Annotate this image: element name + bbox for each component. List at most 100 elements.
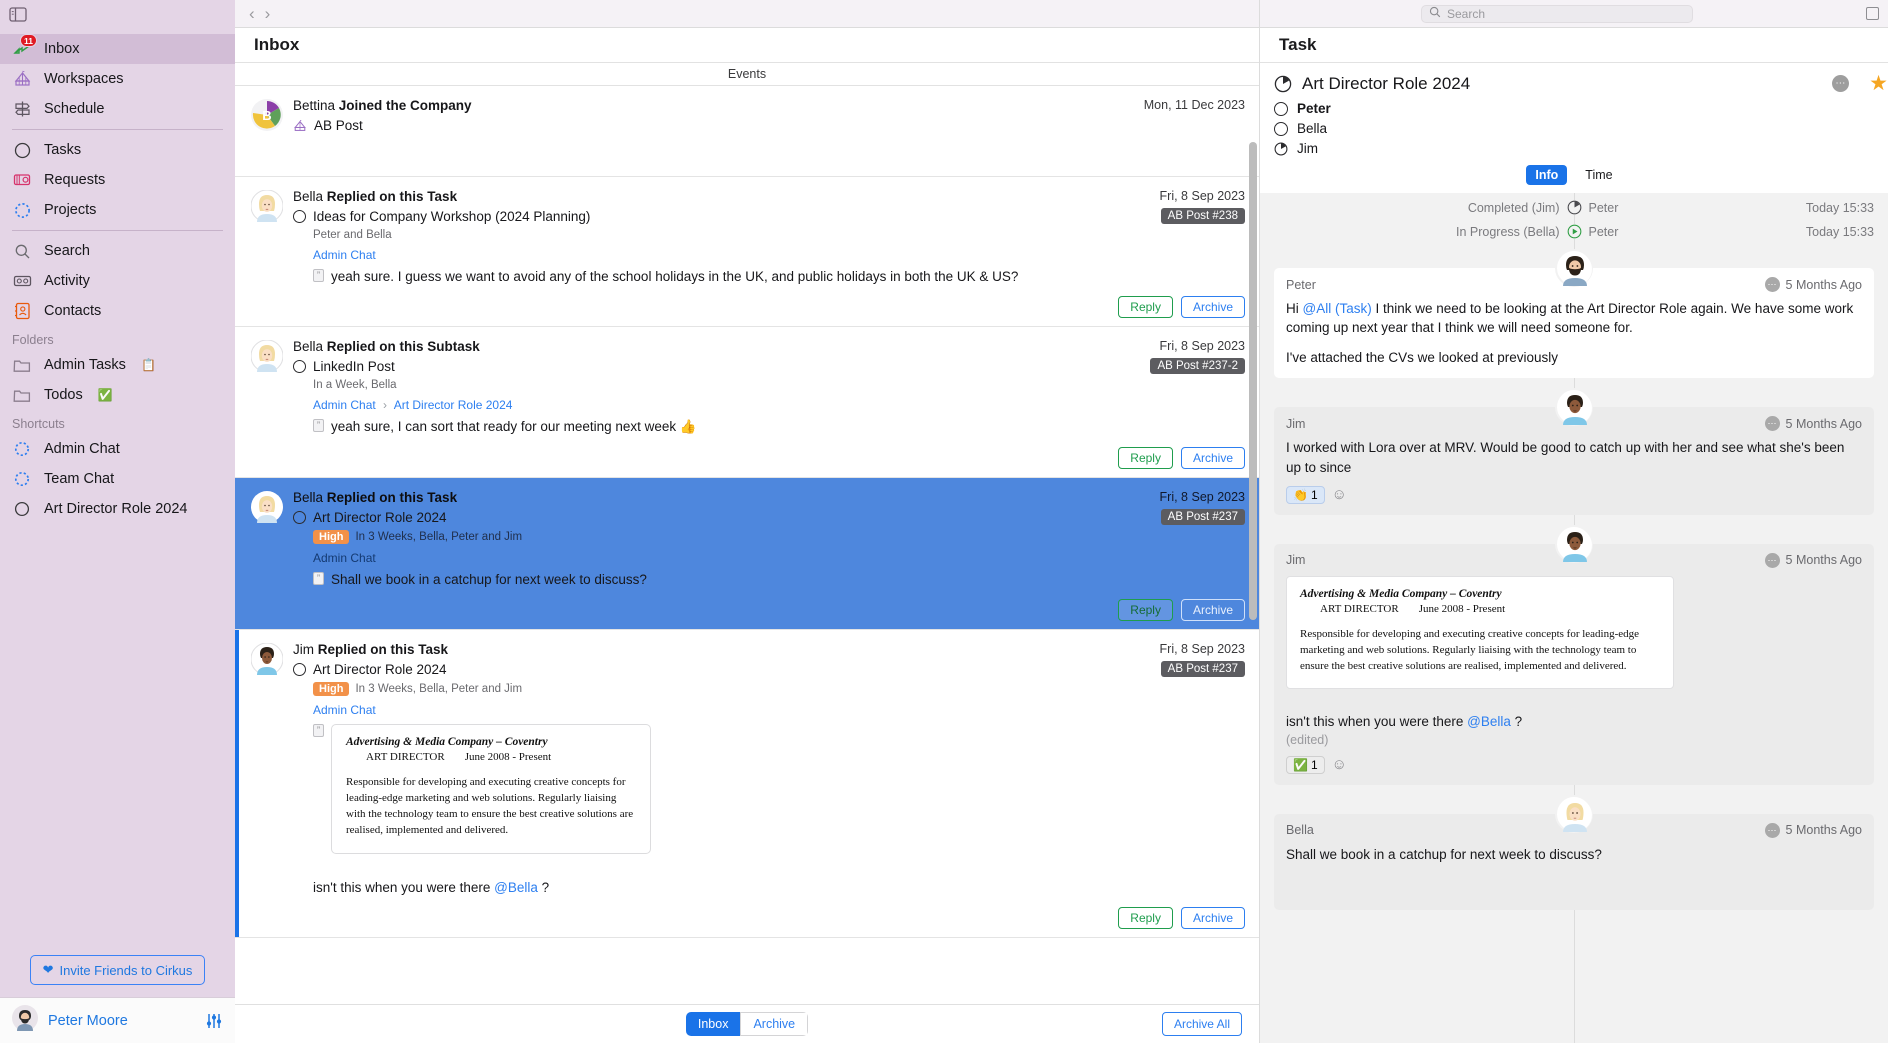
sidebar-item-tasks[interactable]: Tasks <box>0 135 235 165</box>
mention-link[interactable]: @All (Task) <box>1303 301 1372 316</box>
sidebar-item-label: Contacts <box>44 303 102 319</box>
cv-attachment-card[interactable]: Advertising & Media Company – Coventry A… <box>331 724 651 854</box>
back-arrow-icon[interactable]: ‹ <box>249 5 255 22</box>
forward-arrow-icon[interactable]: › <box>265 5 271 22</box>
workspaces-icon <box>293 119 307 133</box>
sidebar-item-projects[interactable]: Projects <box>0 195 235 225</box>
task-progress-pie-icon[interactable] <box>1274 75 1292 93</box>
list-item-channel[interactable]: Admin Chat › Art Director Role 2024 <box>313 398 1245 412</box>
sidebar-item-inbox[interactable]: 11 Inbox <box>0 34 235 64</box>
archive-button[interactable]: Archive <box>1180 599 1245 621</box>
search-box[interactable] <box>1421 4 1693 23</box>
message-reactions: 👏 1 ☺ <box>1286 485 1862 504</box>
reply-button[interactable]: Reply <box>1118 296 1173 318</box>
sidebar-item-activity[interactable]: Activity <box>0 266 235 296</box>
sidebar-folder-todos[interactable]: Todos ✅ <box>0 380 235 410</box>
breadcrumb-channel[interactable]: Admin Chat <box>313 398 376 412</box>
reply-button[interactable]: Reply <box>1118 599 1173 621</box>
task-pane-title-bar: Task <box>1260 28 1888 63</box>
add-reaction-icon[interactable]: ☺ <box>1332 487 1347 502</box>
sidebar-item-label: Search <box>44 243 90 259</box>
inbox-scrollbar[interactable] <box>1249 142 1257 620</box>
invite-friends-button[interactable]: ❤ Invite Friends to Cirkus <box>29 955 206 985</box>
task-status-circle-icon[interactable] <box>293 359 306 373</box>
status-entry: Completed (Jim) Peter Today 15:33 <box>1274 193 1874 222</box>
sidebar-shortcut-team-chat[interactable]: Team Chat <box>0 464 235 494</box>
list-item-content: Bella Replied on this Task Fri, 8 Sep 20… <box>293 490 1245 621</box>
archive-button[interactable]: Archive <box>1180 296 1245 318</box>
message-more-options-icon[interactable]: ⋯ <box>1764 822 1780 838</box>
avatar[interactable] <box>12 1005 38 1036</box>
message-more-options-icon[interactable]: ⋯ <box>1764 552 1780 568</box>
sidebar-item-contacts[interactable]: Contacts <box>0 296 235 326</box>
panel-toggle-icon[interactable] <box>9 6 27 22</box>
list-item-task-name[interactable]: Ideas for Company Workshop (2024 Plannin… <box>313 209 590 224</box>
search-input[interactable] <box>1447 6 1685 21</box>
task-more-options-icon[interactable]: ⋯ <box>1832 75 1850 92</box>
avatar <box>250 339 284 373</box>
add-reaction-icon[interactable]: ☺ <box>1332 757 1347 772</box>
post-tag: AB Post #237-2 <box>1150 358 1245 374</box>
sidebar-item-search[interactable]: Search <box>0 236 235 266</box>
sidebar-item-requests[interactable]: Requests <box>0 165 235 195</box>
assignee-status-circle-icon[interactable] <box>1274 101 1288 116</box>
mention-link[interactable]: @Bella <box>1467 714 1511 729</box>
task-assignee[interactable]: Jim <box>1274 141 1874 156</box>
archive-button[interactable]: Archive <box>1180 906 1245 929</box>
task-assignee[interactable]: Peter <box>1274 101 1874 116</box>
message-meta: ⋯ 5 Months Ago <box>1764 416 1862 432</box>
sidebar-item-schedule[interactable]: Schedule <box>0 94 235 124</box>
task-assignee[interactable]: Bella <box>1274 121 1874 136</box>
clipboard-icon: 📋 <box>140 358 156 372</box>
star-icon[interactable]: ★ <box>1869 71 1888 96</box>
sidebar-shortcut-art-director-role-2024[interactable]: Art Director Role 2024 <box>0 494 235 524</box>
cv-attachment-card[interactable]: Advertising & Media Company – Coventry A… <box>1286 575 1674 689</box>
message-more-options-icon[interactable]: ⋯ <box>1764 416 1780 432</box>
priority-badge: High <box>313 530 350 544</box>
task-activity-thread: Completed (Jim) Peter Today 15:33 In Pro… <box>1260 193 1888 1043</box>
message-more-options-icon[interactable]: ⋯ <box>1764 277 1780 292</box>
assignee-status-circle-icon[interactable] <box>1274 121 1288 136</box>
tab-archive[interactable]: Archive <box>740 1012 809 1036</box>
window-maximize-icon[interactable] <box>1866 7 1879 20</box>
sidebar-folder-admin-tasks[interactable]: Admin Tasks 📋 <box>0 350 235 380</box>
tab-info[interactable]: Info <box>1526 165 1568 185</box>
list-item-selected[interactable]: Bella Replied on this Task Fri, 8 Sep 20… <box>235 478 1259 630</box>
list-item[interactable]: Bella Replied on this Task Fri, 8 Sep 20… <box>235 177 1259 327</box>
tab-inbox[interactable]: Inbox <box>685 1012 741 1036</box>
list-item-task-name[interactable]: Art Director Role 2024 <box>313 662 447 677</box>
list-item-channel[interactable]: Admin Chat <box>313 703 1245 717</box>
list-item[interactable]: Bella Replied on this Subtask Fri, 8 Sep… <box>235 327 1259 478</box>
task-title[interactable]: Art Director Role 2024 <box>1302 74 1822 94</box>
task-status-circle-icon[interactable] <box>293 662 306 676</box>
thread-message: Bella ⋯ 5 Months Ago Shall we book in a … <box>1274 794 1874 910</box>
list-item-meta: Peter and Bella <box>313 229 392 241</box>
quote-icon: ” <box>313 419 324 432</box>
sidebar-shortcut-admin-chat[interactable]: Admin Chat <box>0 434 235 464</box>
sidebar-user-name[interactable]: Peter Moore <box>48 1013 195 1029</box>
list-item-task-name[interactable]: Art Director Role 2024 <box>313 510 447 525</box>
list-item[interactable]: B Bettina Joined the Company Mon, 11 Dec… <box>235 86 1259 177</box>
reaction-chip[interactable]: 👏 1 <box>1286 485 1325 504</box>
reply-button[interactable]: Reply <box>1118 906 1173 929</box>
list-item-channel[interactable]: Admin Chat <box>313 248 1245 262</box>
reaction-chip[interactable]: ✅ 1 <box>1286 755 1325 774</box>
task-status-circle-icon[interactable] <box>293 209 306 223</box>
breadcrumb-task[interactable]: Art Director Role 2024 <box>394 398 513 412</box>
message-paragraph: I've attached the CVs we looked at previ… <box>1286 350 1558 366</box>
list-item-task-name[interactable]: LinkedIn Post <box>313 359 395 374</box>
list-item[interactable]: Jim Replied on this Task Fri, 8 Sep 2023… <box>235 630 1259 938</box>
task-status-circle-icon[interactable] <box>293 510 306 524</box>
tab-time[interactable]: Time <box>1576 165 1621 185</box>
edited-label: (edited) <box>1286 732 1329 747</box>
archive-all-button[interactable]: Archive All <box>1161 1012 1242 1036</box>
sidebar-item-workspaces[interactable]: Workspaces <box>0 64 235 94</box>
mention-link[interactable]: @Bella <box>494 880 538 895</box>
post-tag: AB Post #237 <box>1160 509 1245 525</box>
archive-button[interactable]: Archive <box>1180 447 1245 469</box>
reply-button[interactable]: Reply <box>1118 447 1173 469</box>
sliders-icon[interactable] <box>205 1012 223 1030</box>
list-item-channel[interactable]: Admin Chat <box>313 551 1245 565</box>
assignee-status-pie-icon[interactable] <box>1274 142 1288 156</box>
list-item-actor: Bella Replied on this Task <box>293 189 458 204</box>
